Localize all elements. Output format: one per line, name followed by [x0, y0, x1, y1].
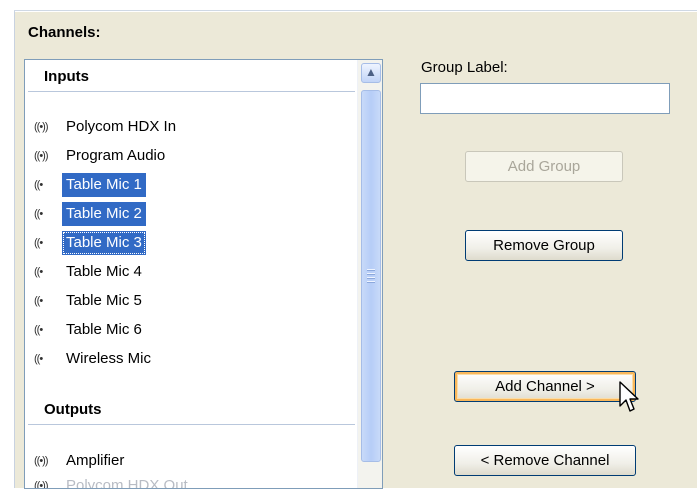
list-item-table-mic-3[interactable]: ((• Table Mic 3 — [34, 231, 146, 255]
list-item-label: Table Mic 1 — [62, 173, 146, 197]
list-item-label: Amplifier — [66, 452, 125, 469]
list-item-label: Polycom HDX In — [66, 118, 177, 135]
list-item-label: Table Mic 4 — [66, 263, 142, 280]
mono-signal-icon: ((• — [34, 237, 43, 249]
list-item-label: Program Audio — [66, 147, 166, 164]
stereo-signal-icon: ((•)) — [34, 150, 49, 162]
mono-signal-icon: ((• — [34, 208, 43, 220]
outputs-group-header: Outputs — [25, 395, 358, 425]
scroll-thumb[interactable] — [361, 90, 381, 462]
mono-signal-icon: ((• — [34, 266, 43, 278]
mono-signal-icon: ((• — [34, 179, 43, 191]
list-item-label: Table Mic 3 — [62, 231, 146, 255]
list-item-table-mic-6[interactable]: ((• Table Mic 6 — [34, 318, 146, 342]
header-divider — [28, 424, 355, 425]
stereo-signal-icon: ((•)) — [34, 121, 49, 133]
list-item-wireless-mic[interactable]: ((• Wireless Mic — [34, 347, 155, 371]
group-label-caption: Group Label: — [421, 59, 508, 76]
list-item-label: Wireless Mic — [66, 350, 151, 367]
list-item-label: Table Mic 6 — [66, 321, 142, 338]
inputs-group-header: Inputs — [25, 62, 358, 92]
mouse-pointer-icon — [619, 381, 639, 412]
list-item-table-mic-1[interactable]: ((• Table Mic 1 — [34, 173, 146, 197]
mono-signal-icon: ((• — [34, 353, 43, 365]
list-item-table-mic-5[interactable]: ((• Table Mic 5 — [34, 289, 146, 313]
list-item-polycom-hdx-in[interactable]: ((•)) Polycom HDX In — [34, 115, 180, 139]
list-item-label: Table Mic 5 — [66, 292, 142, 309]
header-divider — [28, 91, 355, 92]
stereo-signal-icon: ((•)) — [34, 455, 49, 467]
section-title: Channels: — [28, 24, 101, 41]
list-item-table-mic-4[interactable]: ((• Table Mic 4 — [34, 260, 146, 284]
list-item-label: Table Mic 2 — [62, 202, 146, 226]
grip-icon — [367, 269, 375, 283]
remove-channel-button[interactable]: < Remove Channel — [454, 445, 636, 476]
mono-signal-icon: ((• — [34, 324, 43, 336]
top-fade — [0, 0, 697, 12]
remove-group-button[interactable]: Remove Group — [465, 230, 623, 261]
group-label-input[interactable] — [420, 83, 670, 114]
add-group-button[interactable]: Add Group — [465, 151, 623, 182]
channel-listbox[interactable]: Inputs ((•)) Polycom HDX In ((•)) Program … — [24, 59, 383, 489]
list-item-amplifier[interactable]: ((•)) Amplifier — [34, 449, 128, 473]
chevron-up-icon: ▲ — [365, 65, 377, 79]
list-item-program-audio[interactable]: ((•)) Program Audio — [34, 144, 169, 168]
list-item-table-mic-2[interactable]: ((• Table Mic 2 — [34, 202, 146, 226]
add-channel-button[interactable]: Add Channel > — [454, 371, 636, 402]
scroll-up-button[interactable]: ▲ — [361, 63, 381, 83]
mono-signal-icon: ((• — [34, 295, 43, 307]
inputs-header-label: Inputs — [44, 68, 89, 85]
outputs-header-label: Outputs — [44, 401, 102, 418]
vertical-scrollbar[interactable]: ▲ — [357, 60, 382, 488]
